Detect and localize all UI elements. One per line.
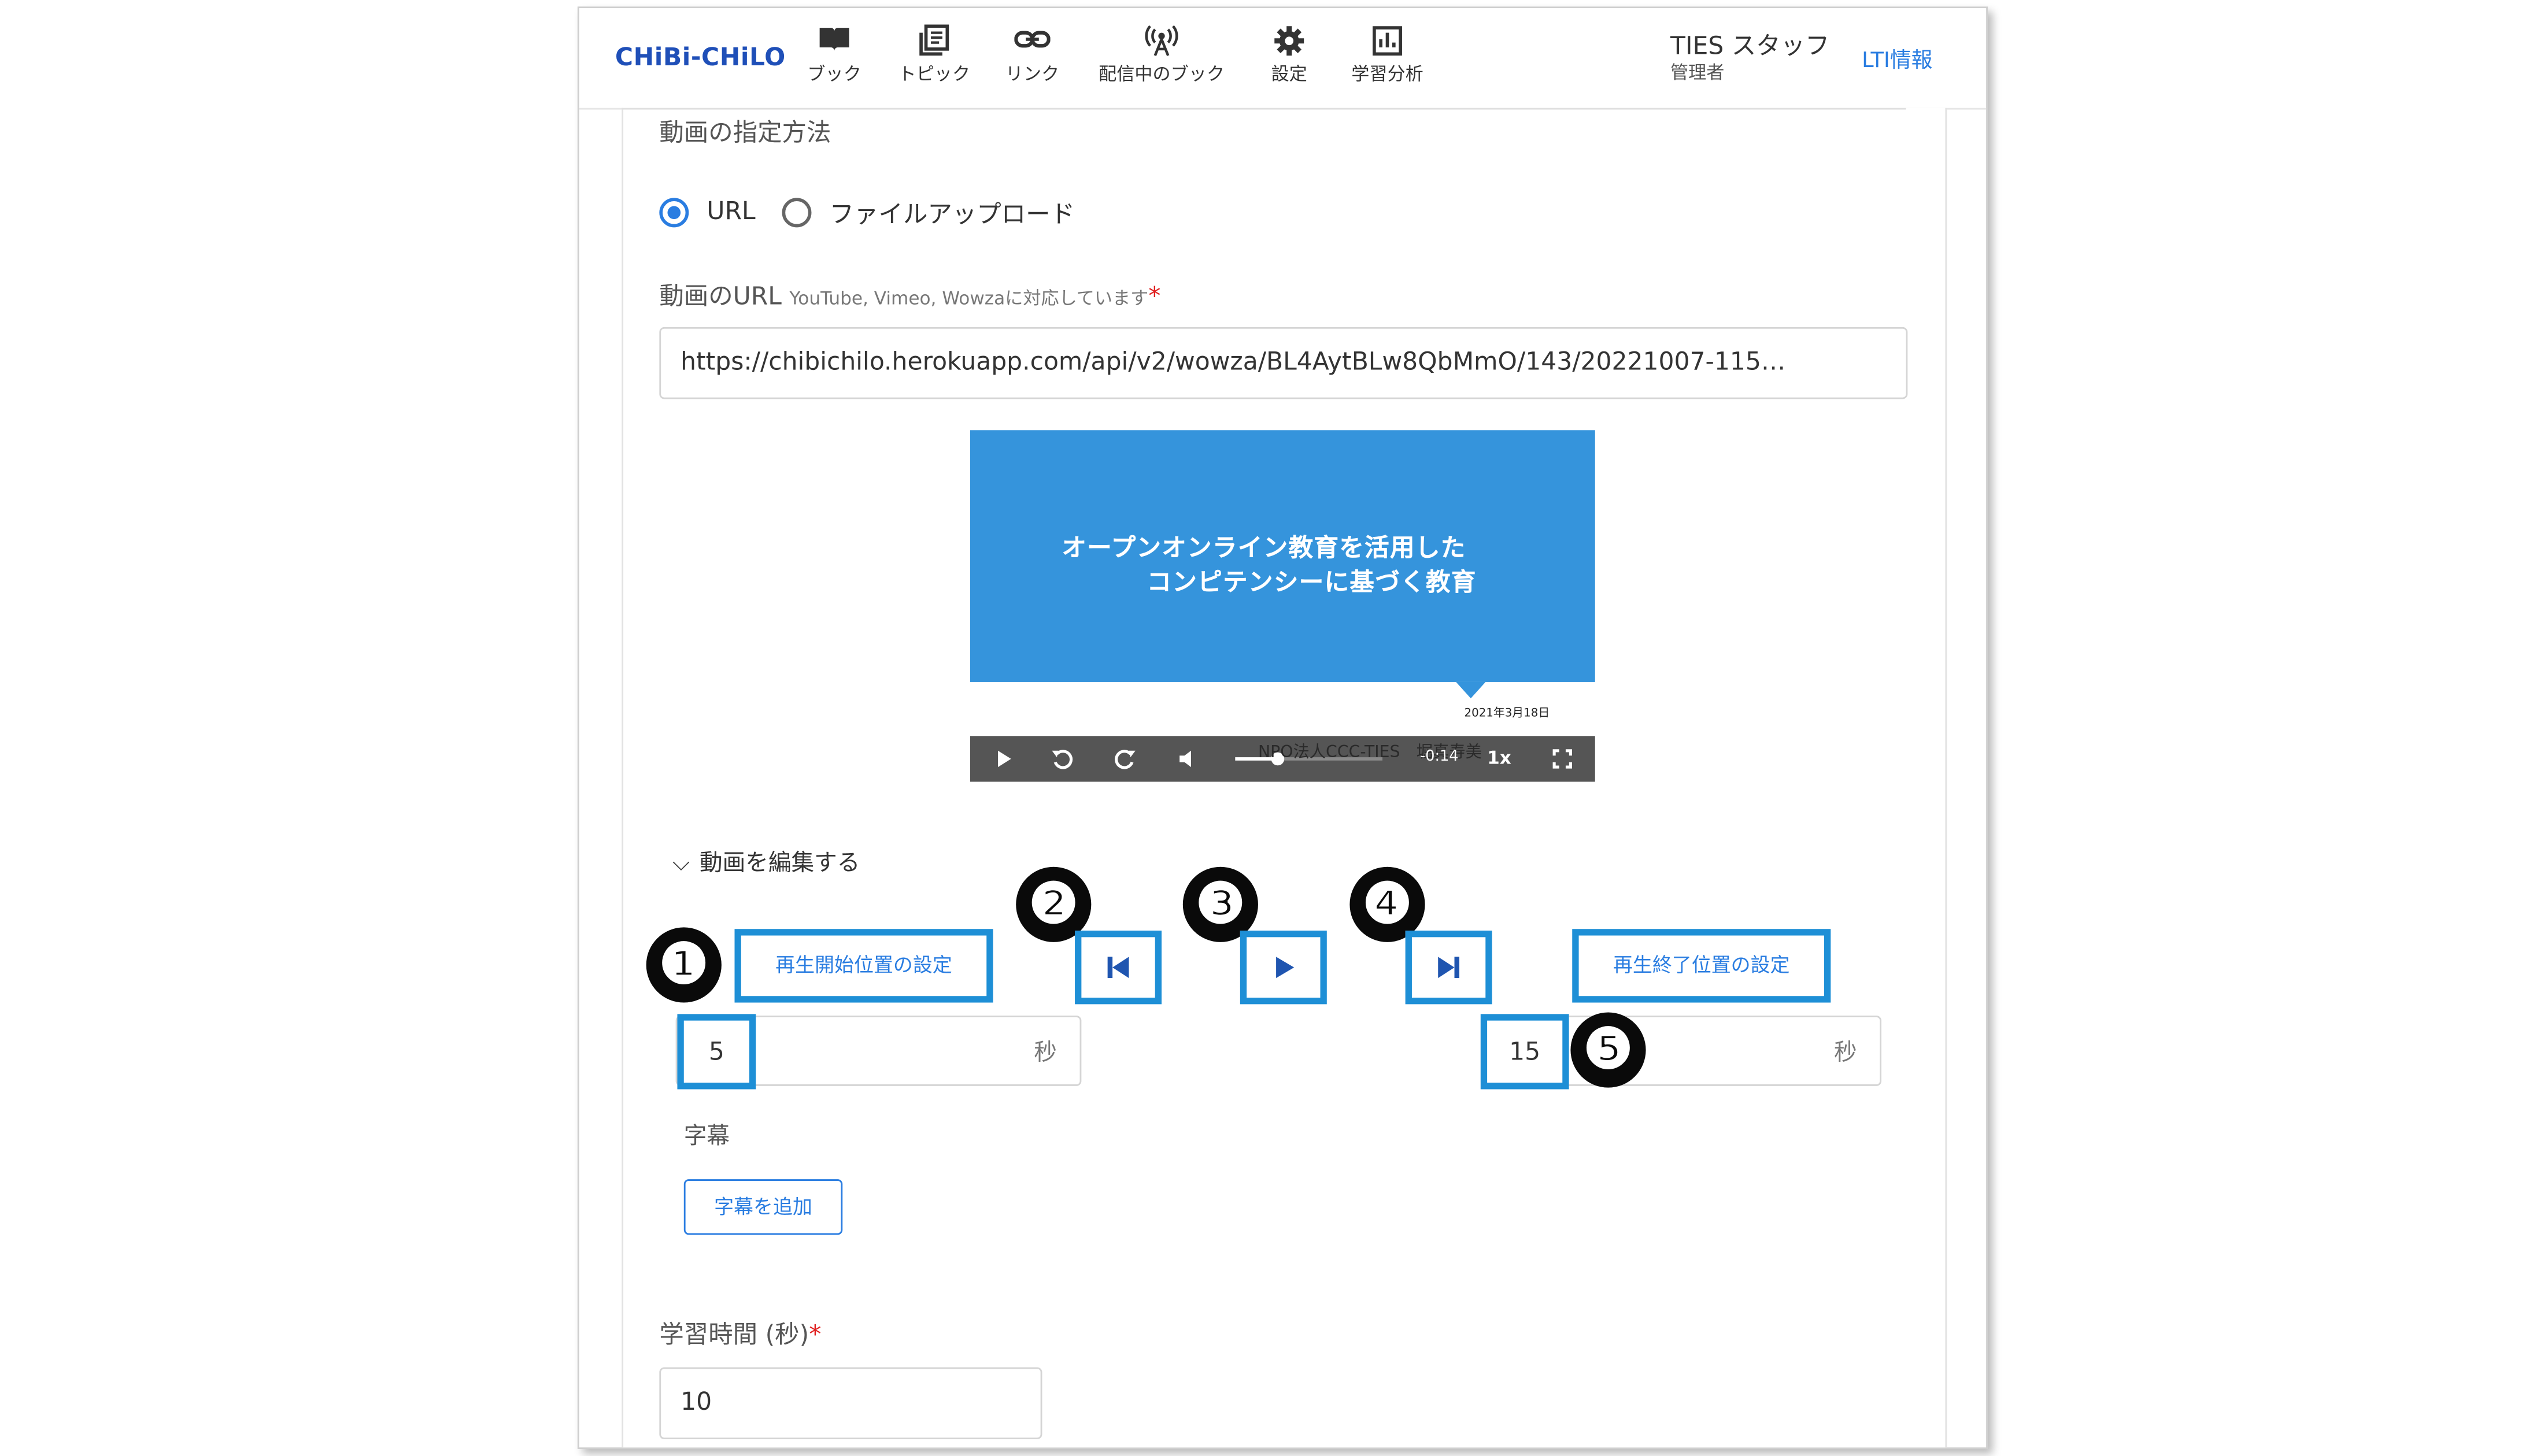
end-time-value[interactable]: 15 [1480,1014,1569,1090]
nav-settings-label: 設定 [1271,64,1307,86]
time-remaining: -0:14 [1420,749,1459,766]
edit-video-toggle[interactable]: ⌵ 動画を編集する [672,846,860,879]
radio-file-upload-label[interactable]: ファイルアップロード [830,197,1075,231]
book-icon [798,24,871,57]
skip-next-icon [1438,957,1460,979]
app-logo[interactable]: CHiBi-CHiLO [615,43,786,72]
rewind-icon[interactable] [1051,746,1077,772]
edit-video-toggle-label: 動画を編集する [700,850,860,877]
nav-broadcasting-books[interactable]: 配信中のブック [1090,24,1234,87]
screenshot-canvas: CHiBi-CHiLO ブック トピック リンク 配信中のブック 設定 学習分析… [0,0,2544,1455]
jump-to-start-button[interactable] [1075,931,1162,1005]
skip-previous-icon [1107,957,1129,979]
required-mark: * [1148,281,1161,311]
volume-icon[interactable] [1175,746,1201,772]
gear-icon [1256,24,1322,57]
nav-learning-analytics-label: 学習分析 [1351,64,1423,86]
nav-topic[interactable]: トピック [890,24,978,87]
nav-book[interactable]: ブック [798,24,871,87]
callout-1: ❶ [646,927,722,1003]
required-mark: * [809,1320,822,1350]
add-subtitle-button[interactable]: 字幕を追加 [683,1179,843,1235]
lti-info-link[interactable]: LTI情報 [1862,43,1932,73]
playback-rate[interactable]: 1x [1487,747,1511,769]
nav-learning-analytics[interactable]: 学習分析 [1341,24,1433,87]
play-icon[interactable] [990,746,1016,772]
video-controls: NPO法人CCC-TIES 堀真寿美 -0:14 1x [970,736,1595,782]
section-divider [622,108,1906,110]
radio-url-label[interactable]: URL [707,197,755,226]
slide-title-line2: コンピテンシーに基づく教育 [1147,567,1477,597]
study-time-label: 学習時間 (秒) [659,1320,809,1350]
set-start-position-button[interactable]: 再生開始位置の設定 [734,929,993,1003]
video-url-label-row: 動画のURL YouTube, Vimeo, Wowzaに対応しています* [659,278,1160,312]
radio-url[interactable] [659,198,689,228]
nav-settings[interactable]: 設定 [1256,24,1322,87]
nav-topic-label: トピック [898,64,970,86]
video-player[interactable]: オープンオンライン教育を活用した コンピテンシーに基づく教育 2021年3月18… [970,430,1595,782]
analytics-icon [1341,24,1433,57]
jump-to-end-button[interactable] [1405,931,1492,1005]
chevron-down-icon: ⌵ [672,850,690,877]
topic-icon [890,24,978,57]
video-url-label: 動画のURL [659,281,782,311]
radio-file-upload[interactable] [782,198,812,228]
subtitles-label: 字幕 [683,1123,730,1150]
top-navigation-bar: CHiBi-CHiLO ブック トピック リンク 配信中のブック 設定 学習分析… [579,8,1987,110]
broadcast-icon [1090,24,1234,57]
user-role: 管理者 [1670,62,1725,84]
forward-icon[interactable] [1111,746,1137,772]
video-url-hint: YouTube, Vimeo, Wowzaに対応しています [789,288,1149,309]
fullscreen-icon[interactable] [1550,746,1576,772]
callout-5: ❺ [1570,1012,1646,1088]
start-time-value[interactable]: 5 [677,1014,756,1090]
study-time-input[interactable]: 10 [659,1367,1042,1440]
slide-title-line1: オープンオンライン教育を活用した [1062,533,1466,563]
link-icon [994,24,1070,57]
video-method-label: 動画の指定方法 [659,117,831,147]
play-icon [1276,957,1295,979]
play-section-button[interactable] [1240,931,1327,1005]
video-url-input[interactable]: https://chibichilo.herokuapp.com/api/v2/… [659,327,1908,399]
nav-link-label: リンク [1005,64,1060,86]
slide-pointer [1456,681,1486,699]
start-seconds-unit: 秒 [1034,1040,1057,1066]
end-seconds-unit: 秒 [1833,1040,1857,1066]
slide-date: 2021年3月18日 [1464,706,1550,720]
set-end-position-button[interactable]: 再生終了位置の設定 [1572,929,1831,1003]
nav-link[interactable]: リンク [994,24,1070,87]
nav-broadcasting-books-label: 配信中のブック [1099,64,1225,86]
user-name[interactable]: TIES スタッフ [1670,28,1829,62]
study-time-label-row: 学習時間 (秒)* [659,1317,821,1351]
video-slide: オープンオンライン教育を活用した コンピテンシーに基づく教育 [970,430,1595,682]
nav-book-label: ブック [807,64,861,86]
